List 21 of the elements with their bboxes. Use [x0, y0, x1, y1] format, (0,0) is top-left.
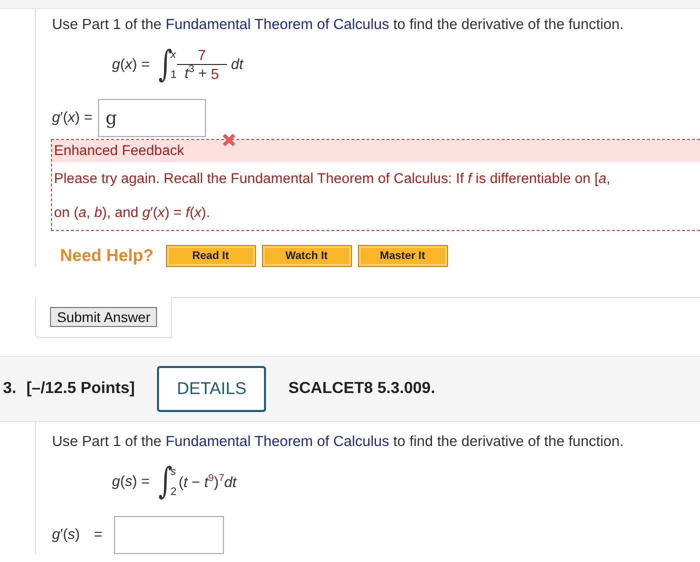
answer-field[interactable]: g	[98, 99, 206, 137]
help-button[interactable]: Read It	[166, 245, 256, 267]
details-button[interactable]: DETAILS	[156, 366, 266, 412]
problem-code: SCALCET8 5.3.009.	[288, 380, 436, 398]
instruction-text: Use Part 1 of the Fundamental Theorem of Calculus to find the derivative of the function.	[52, 17, 625, 33]
question-number: 3.	[3, 380, 16, 398]
help-button[interactable]: Master It	[358, 245, 448, 267]
answer-label: g′(x) =	[52, 110, 92, 126]
theorem-link[interactable]: Fundamental Theorem of Calculus	[166, 17, 390, 33]
submit-button[interactable]: Submit Answer	[50, 307, 158, 327]
instruction-text: Use Part 1 of the Fundamental Theorem of Calculus to find the derivative of the function.	[52, 434, 625, 450]
feedback-text: on (a, b), and g′(x) = f(x).	[53, 204, 212, 223]
feedback-text: Please try again. Recall the Fundamental Theorem of Calculus: If f is differentiable on [a,	[53, 170, 612, 189]
feedback-title: Enhanced Feedback	[52, 140, 700, 162]
answer-label: g′(s)	[52, 527, 80, 543]
points-label: [–/12.5 Points]	[26, 380, 135, 398]
equals-sign: =	[94, 527, 102, 543]
theorem-link[interactable]: Fundamental Theorem of Calculus	[166, 434, 390, 450]
answer-field[interactable]	[114, 516, 224, 554]
need-help-label: Need Help?	[60, 246, 154, 266]
help-button[interactable]: Watch It	[262, 245, 352, 267]
